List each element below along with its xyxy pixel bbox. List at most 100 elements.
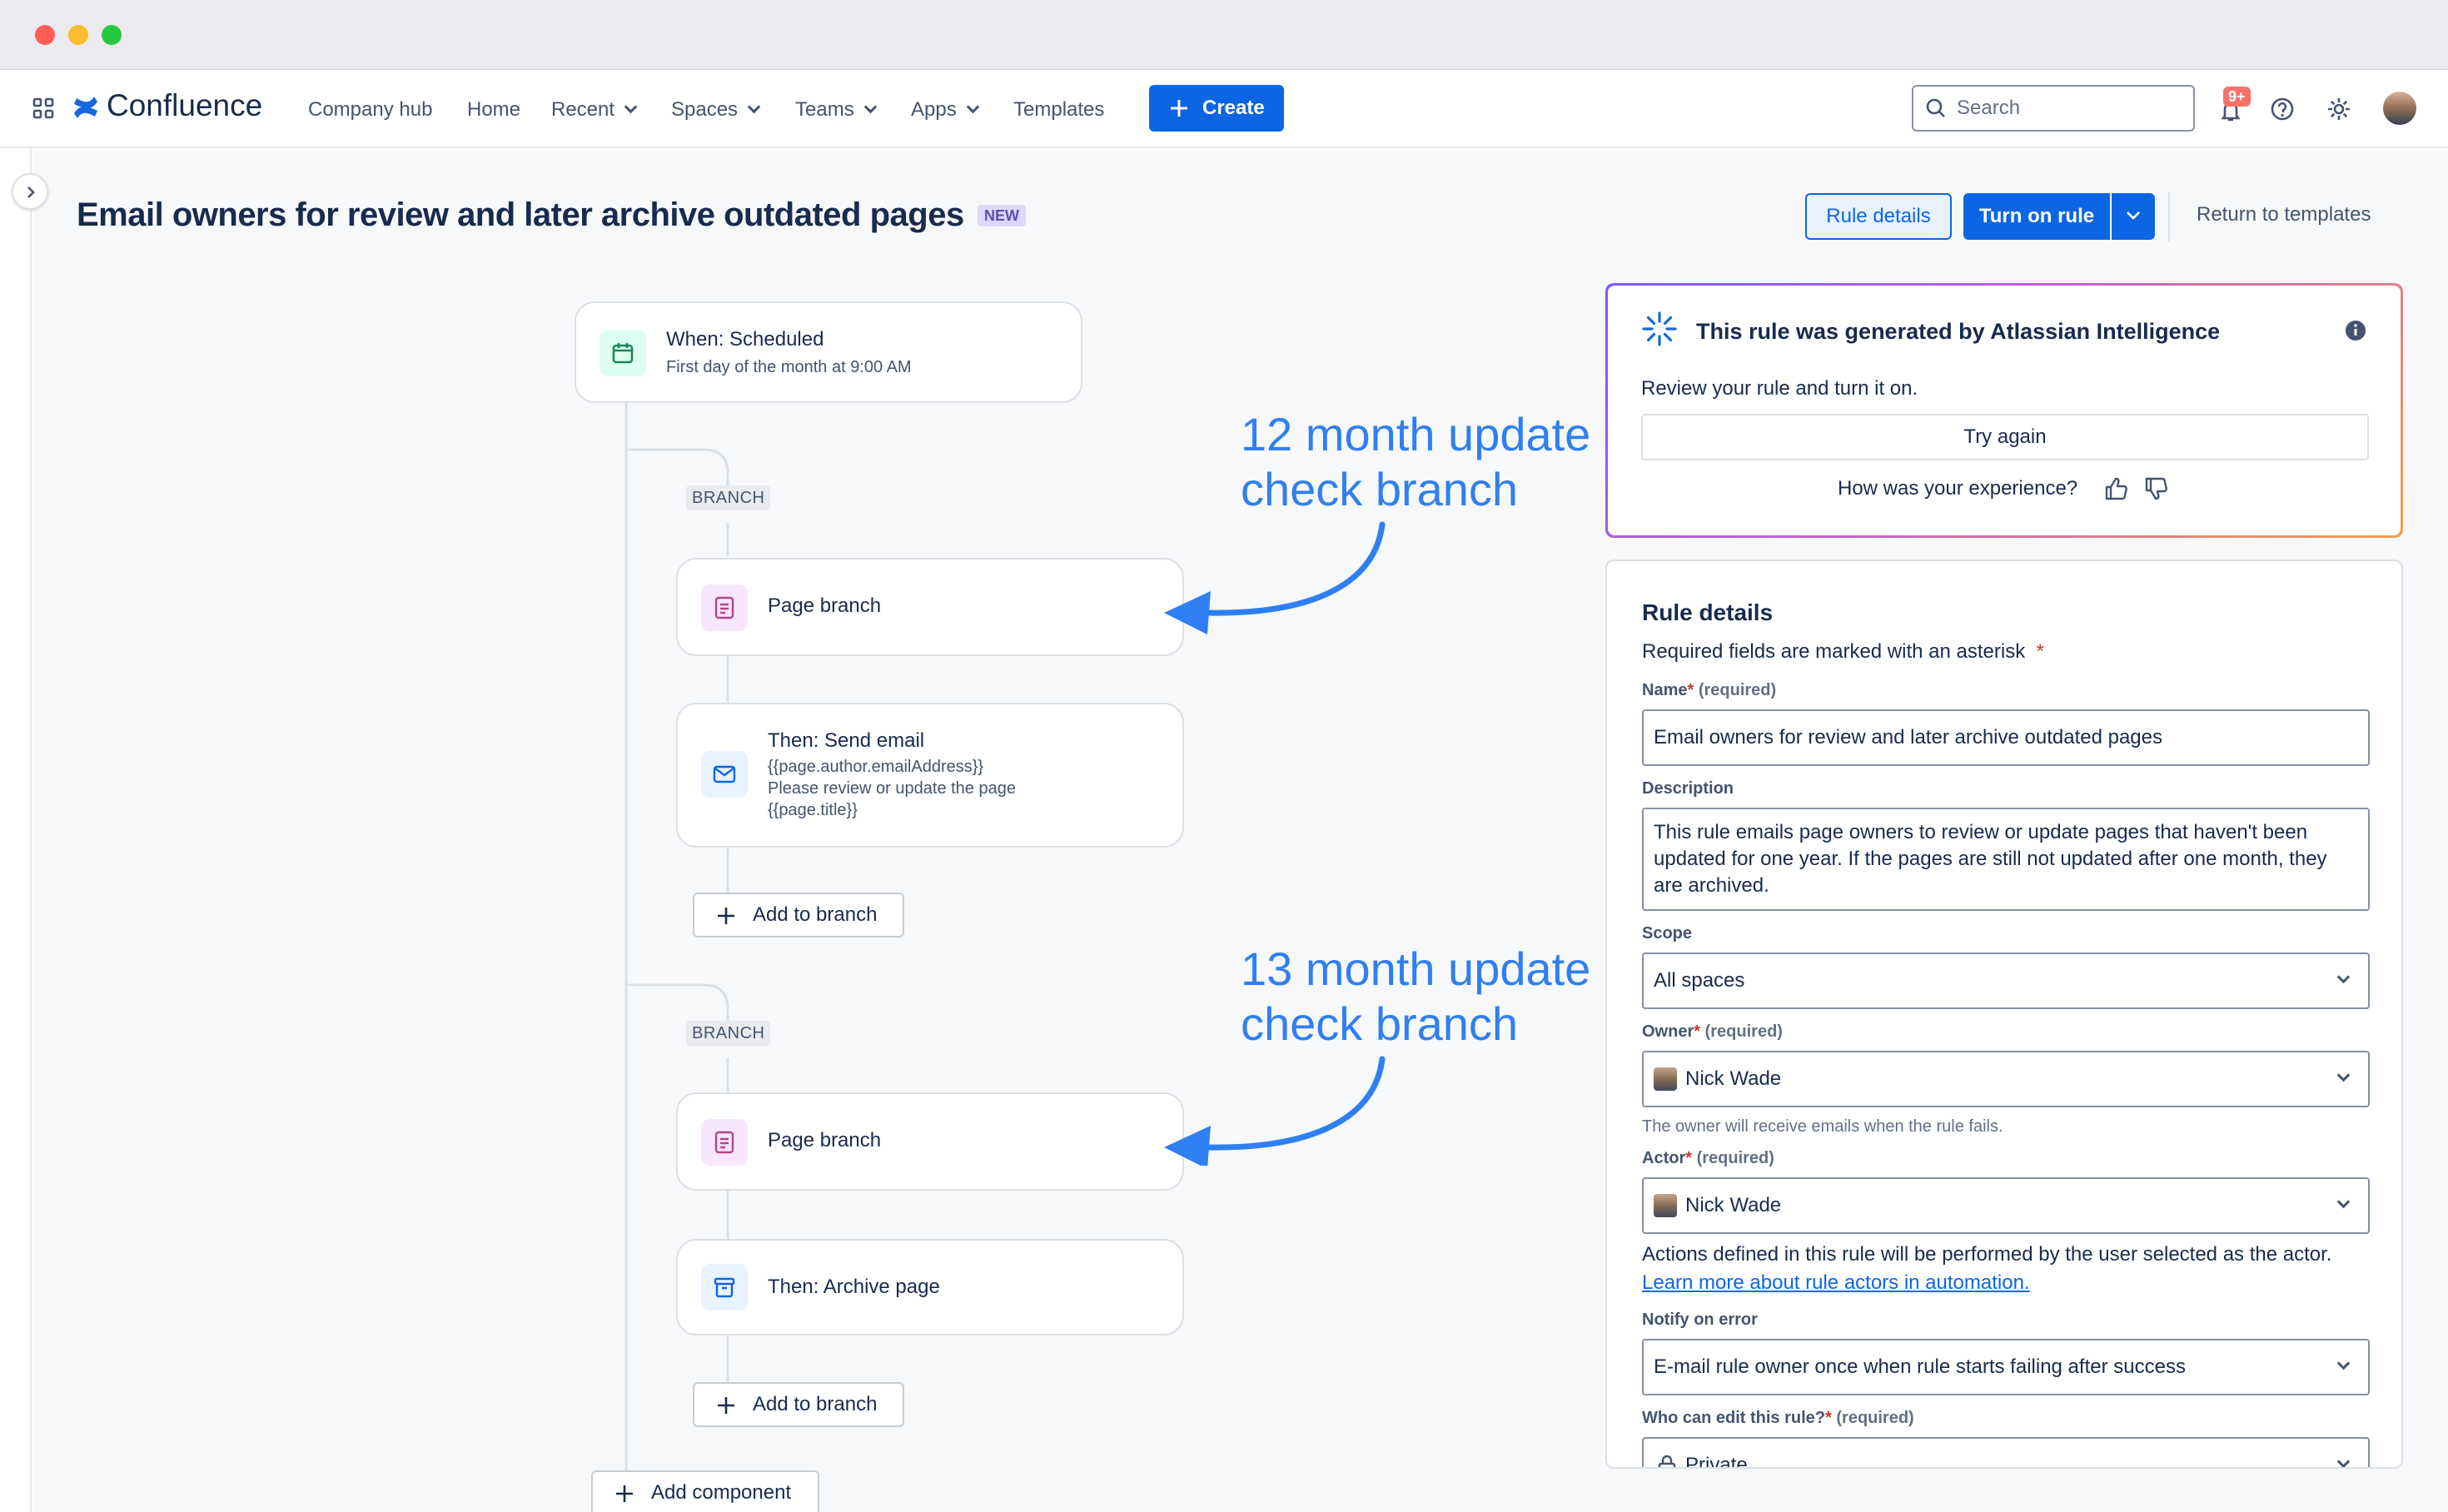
name-field-value: Email owners for review and later archiv… [1654, 726, 2162, 749]
required-note: Required fields are marked with an aster… [1642, 640, 2044, 663]
actor-label-text: Actor [1642, 1149, 1686, 1167]
who-can-edit-value: Private [1685, 1454, 1748, 1469]
actor-select[interactable]: Nick Wade [1642, 1177, 2370, 1234]
branch1-action-card[interactable]: Then: Send email {{page.author.emailAddr… [676, 703, 1184, 848]
ai-panel-text: Review your rule and turn it on. [1641, 377, 1918, 400]
ai-panel-title: This rule was generated by Atlassian Int… [1696, 319, 2221, 344]
owner-select[interactable]: Nick Wade [1642, 1051, 2370, 1107]
info-icon[interactable] [2344, 319, 2367, 342]
email-icon-tile [701, 751, 748, 798]
add-to-branch-button[interactable]: Add to branch [693, 1382, 904, 1427]
scope-select[interactable]: All spaces [1642, 952, 2370, 1009]
page-icon [714, 1131, 734, 1154]
learn-more-link[interactable]: Learn more about rule actors in automati… [1642, 1271, 2030, 1294]
notify-select[interactable]: E-mail rule owner once when rule starts … [1642, 1339, 2370, 1395]
notify-select-value: E-mail rule owner once when rule starts … [1654, 1355, 2186, 1378]
rule-details-button[interactable]: Rule details [1805, 193, 1952, 240]
chevron-down-icon [2336, 1356, 2351, 1370]
help-icon[interactable] [2270, 97, 2295, 122]
required-tag: (required) [1696, 1149, 1774, 1167]
actor-helper: Actions defined in this rule will be per… [1642, 1241, 2370, 1297]
chevron-down-icon [2336, 1068, 2351, 1082]
settings-gear-icon[interactable] [2326, 97, 2351, 122]
actor-select-value: Nick Wade [1685, 1194, 1782, 1216]
trigger-title: When: Scheduled [666, 328, 824, 351]
search-input[interactable]: Search [1912, 85, 2195, 132]
branch-label: BRANCH [686, 1021, 771, 1046]
branch1-action-title: Then: Send email [768, 729, 925, 752]
ai-generated-panel: This rule was generated by Atlassian Int… [1605, 283, 2403, 538]
chevron-down-icon [2336, 970, 2351, 984]
required-tag: (required) [1698, 681, 1777, 699]
add-to-branch-label: Add to branch [753, 1393, 878, 1415]
required-tag: (required) [1836, 1409, 1914, 1427]
annotation-arrows [1164, 521, 1386, 1166]
calendar-icon [612, 343, 634, 364]
chevron-down-icon [2127, 211, 2140, 220]
required-tag: (required) [1704, 1022, 1783, 1041]
who-can-edit-select[interactable]: Private [1642, 1437, 2370, 1469]
add-component-label: Add component [651, 1481, 792, 1504]
branch-label: BRANCH [686, 485, 771, 510]
try-again-button[interactable]: Try again [1641, 414, 2369, 460]
rule-details-panel: Rule details Required fields are marked … [1605, 560, 2403, 1469]
owner-helper-text: The owner will receive emails when the r… [1642, 1117, 2003, 1136]
email-icon [713, 765, 736, 783]
scope-select-value: All spaces [1654, 969, 1745, 992]
user-avatar[interactable] [2383, 92, 2416, 125]
page-icon [714, 596, 734, 619]
add-to-branch-button[interactable]: Add to branch [693, 893, 904, 938]
name-label-text: Name [1642, 681, 1688, 699]
name-field[interactable]: Email owners for review and later archiv… [1642, 709, 2370, 766]
branch1-condition-card[interactable]: Page branch [676, 558, 1184, 656]
notification-badge: 9+ [2223, 87, 2251, 107]
experience-question: How was your experience? [1838, 477, 2078, 500]
branch1-condition-title: Page branch [768, 594, 882, 617]
page-icon-tile [701, 1119, 748, 1166]
arrowhead [1164, 1126, 1211, 1166]
lock-icon [1658, 1455, 1676, 1467]
chevron-down-icon [2336, 1455, 2351, 1467]
owner-label-text: Owner [1642, 1022, 1694, 1041]
thumbs-down-icon[interactable] [2142, 475, 2169, 502]
rule-details-heading: Rule details [1642, 599, 1774, 625]
return-to-templates-link[interactable]: Return to templates [2197, 203, 2371, 226]
notifications-button[interactable]: 9+ [2212, 87, 2251, 128]
search-icon [1926, 98, 1945, 117]
who-can-edit-label-text: Who can edit this rule? [1642, 1409, 1826, 1427]
branch2-condition-card[interactable]: Page branch [676, 1092, 1184, 1191]
who-can-edit-label: Who can edit this rule?* (required) [1642, 1409, 1914, 1427]
branch2-action-title: Then: Archive page [768, 1276, 940, 1298]
turn-on-rule-button[interactable]: Turn on rule [1963, 193, 2110, 240]
required-note-text: Required fields are marked with an aster… [1642, 640, 2026, 663]
name-label: Name* (required) [1642, 681, 1777, 699]
email-body-line: {{page.title}} [768, 801, 858, 819]
add-component-button[interactable]: Add component [591, 1470, 819, 1512]
owner-avatar [1654, 1067, 1677, 1091]
trigger-card[interactable]: When: Scheduled First day of the month a… [575, 301, 1082, 403]
actor-label: Actor* (required) [1642, 1149, 1774, 1167]
trigger-icon-tile [600, 330, 646, 376]
description-field[interactable]: This rule emails page owners to review o… [1642, 808, 2370, 911]
archive-icon-tile [701, 1264, 748, 1311]
search-placeholder: Search [1957, 97, 2021, 119]
turn-on-options-button[interactable] [2112, 193, 2155, 240]
owner-label: Owner* (required) [1642, 1022, 1783, 1041]
actor-helper-text: Actions defined in this rule will be per… [1642, 1243, 2332, 1266]
branch2-condition-title: Page branch [768, 1129, 882, 1151]
scope-label: Scope [1642, 924, 1693, 943]
plus-icon [718, 908, 734, 924]
chevron-down-icon [2336, 1195, 2351, 1209]
arrowhead [1164, 591, 1211, 634]
actor-avatar [1654, 1194, 1677, 1217]
annotation-line: 12 month update [1241, 408, 1591, 460]
archive-icon [714, 1277, 735, 1298]
plus-icon [718, 1397, 734, 1414]
plus-icon [616, 1485, 633, 1502]
atlassian-intelligence-icon [1642, 311, 1677, 346]
thumbs-up-icon[interactable] [2102, 475, 2129, 502]
page-icon-tile [701, 584, 748, 631]
owner-select-value: Nick Wade [1685, 1067, 1782, 1090]
branch2-action-card[interactable]: Then: Archive page [676, 1239, 1184, 1335]
email-recipient: {{page.author.emailAddress}} [768, 758, 984, 776]
